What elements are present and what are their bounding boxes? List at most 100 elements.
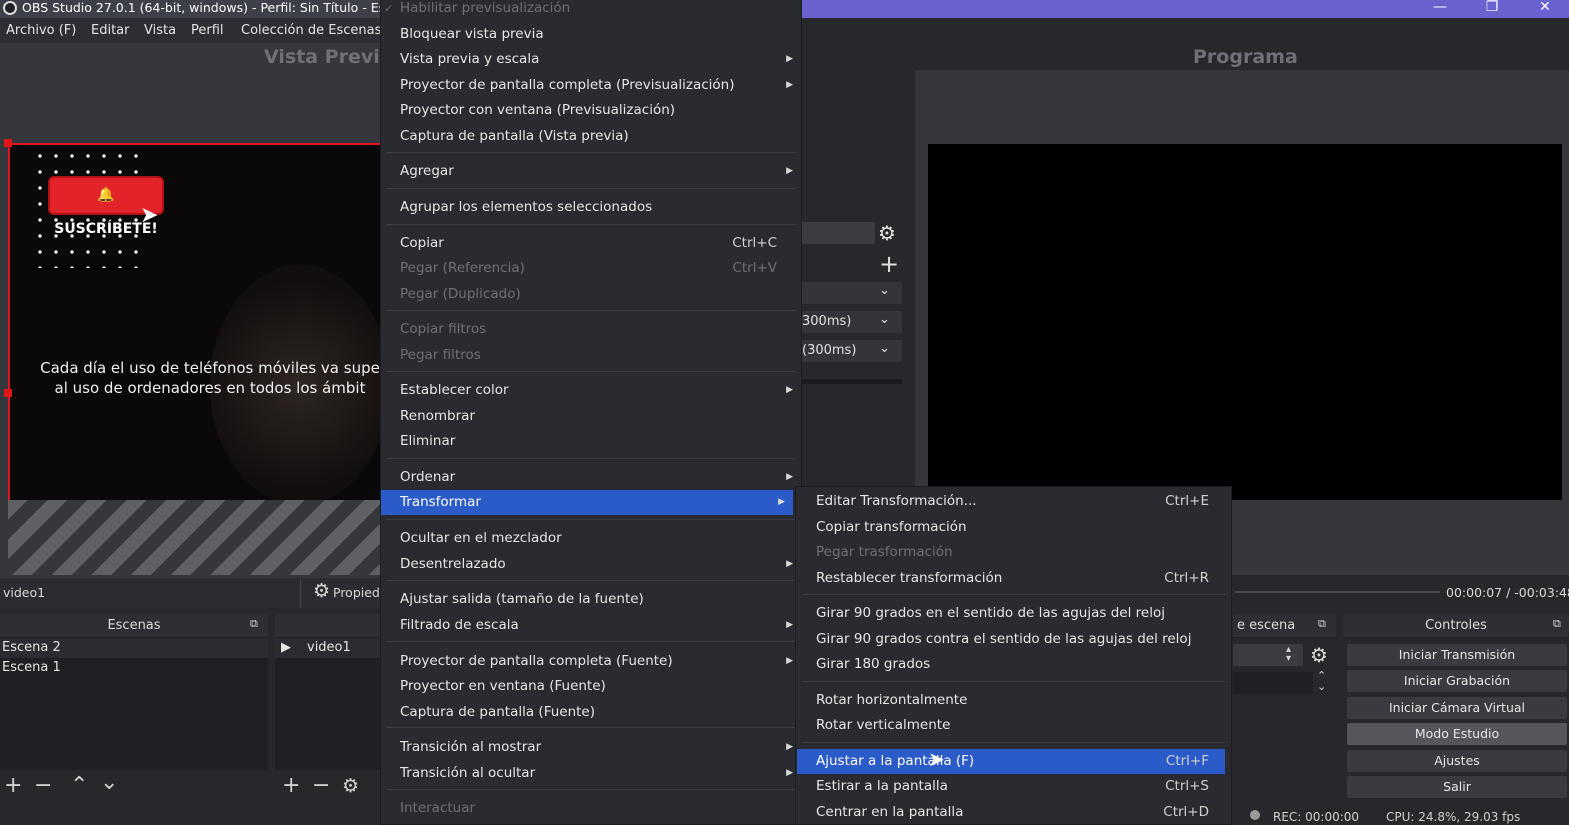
context-menu-item[interactable]: Transformar ▶ bbox=[381, 490, 793, 515]
context-menu-item[interactable]: Proyector con ventana (Previsualización) bbox=[381, 98, 801, 123]
transform-menu-item[interactable]: Rotar verticalmente bbox=[797, 713, 1225, 738]
menu-item-label: Transición al mostrar bbox=[400, 739, 542, 755]
menu-item-label: Transformar bbox=[400, 494, 481, 510]
context-menu-item: Interactuar bbox=[381, 796, 801, 821]
gear-icon[interactable]: ⚙ bbox=[1310, 643, 1328, 667]
scroll-arrows-icon[interactable]: ⌃ ⌄ bbox=[1317, 670, 1326, 692]
transform-menu-item[interactable]: Editar Transformación... Ctrl+E bbox=[797, 489, 1225, 514]
context-menu-item[interactable]: Filtrado de escala ▶ bbox=[381, 613, 801, 638]
menu-item-label: Agrupar los elementos seleccionados bbox=[400, 199, 653, 215]
context-menu-item[interactable]: Bloquear vista previa bbox=[381, 22, 801, 47]
context-menu-item[interactable]: Proyector en ventana (Fuente) bbox=[381, 674, 801, 699]
transform-menu-item[interactable]: Girar 90 grados en el sentido de las agu… bbox=[797, 601, 1225, 626]
bell-icon: 🔔 bbox=[97, 187, 115, 203]
scene-item[interactable]: Escena 1 bbox=[0, 658, 268, 678]
menu-item-label: Establecer color bbox=[400, 382, 509, 398]
sources-list: ▶ video1 bbox=[275, 638, 380, 770]
start-virtual-camera-button[interactable]: Iniciar Cámara Virtual bbox=[1347, 697, 1567, 719]
context-menu-item[interactable]: Vista previa y escala ▶ bbox=[381, 47, 801, 72]
transform-menu-item[interactable]: Copiar transformación bbox=[797, 515, 1225, 540]
transform-menu-item[interactable]: Girar 180 grados bbox=[797, 652, 1225, 677]
menu-item-label: Renombrar bbox=[400, 408, 475, 424]
remove-icon[interactable]: − bbox=[34, 775, 52, 797]
context-menu-item[interactable]: Transición al ocultar ▶ bbox=[381, 761, 801, 786]
menu-separator bbox=[802, 594, 1226, 595]
resize-handle[interactable] bbox=[4, 389, 12, 397]
context-menu-item[interactable]: Renombrar bbox=[381, 404, 801, 429]
context-menu-item[interactable]: Eliminar bbox=[381, 429, 801, 454]
menu-item-label: Proyector de pantalla completa (Fuente) bbox=[400, 653, 673, 669]
close-icon[interactable]: ✕ bbox=[1530, 0, 1560, 18]
context-menu-item[interactable]: Agregar ▶ bbox=[381, 159, 801, 184]
menu-perfil[interactable]: Perfil bbox=[191, 23, 224, 38]
transition-spinbox[interactable] bbox=[1233, 644, 1303, 666]
context-menu-item[interactable]: Captura de pantalla (Fuente) bbox=[381, 700, 801, 725]
menu-item-label: Pegar trasformación bbox=[816, 544, 953, 560]
restore-icon[interactable]: ❐ bbox=[1477, 0, 1507, 18]
studio-mode-button[interactable]: Modo Estudio bbox=[1347, 723, 1567, 745]
start-recording-button[interactable]: Iniciar Grabación bbox=[1347, 670, 1567, 692]
context-menu-item[interactable]: Transición al mostrar ▶ bbox=[381, 735, 801, 760]
settings-button[interactable]: Ajustes bbox=[1347, 750, 1567, 772]
minimize-icon[interactable]: — bbox=[1425, 0, 1455, 18]
shortcut-label: Ctrl+C bbox=[732, 235, 777, 251]
menu-separator bbox=[386, 519, 796, 520]
undock-icon[interactable]: ⧉ bbox=[250, 617, 258, 631]
gear-icon[interactable]: ⚙ bbox=[342, 775, 359, 797]
undock-icon[interactable]: ⧉ bbox=[1318, 617, 1326, 631]
transform-menu-item[interactable]: Girar 90 grados contra el sentido de las… bbox=[797, 627, 1225, 652]
undock-icon[interactable]: ⧉ bbox=[1553, 617, 1561, 631]
context-menu-item[interactable]: Desentrelazado ▶ bbox=[381, 552, 801, 577]
context-menu-item[interactable]: Ordenar ▶ bbox=[381, 465, 801, 490]
move-down-icon[interactable]: ⌄ bbox=[100, 772, 118, 794]
transition-name-field[interactable] bbox=[800, 222, 875, 244]
menu-editar[interactable]: Editar bbox=[91, 23, 130, 38]
scene-item[interactable]: Escena 2 bbox=[0, 638, 268, 658]
menu-separator bbox=[386, 458, 796, 459]
source-item[interactable]: ▶ video1 bbox=[275, 638, 380, 658]
menu-item-label: Ajustar a la pantalla (F) bbox=[816, 753, 975, 769]
play-icon: ▶ bbox=[281, 640, 291, 655]
context-menu-item[interactable]: Establecer color ▶ bbox=[381, 378, 801, 403]
menu-vista[interactable]: Vista bbox=[144, 23, 176, 38]
add-icon[interactable]: + bbox=[4, 775, 22, 797]
menu-separator bbox=[386, 727, 796, 728]
context-menu-item[interactable]: Proyector de pantalla completa (Fuente) ▶ bbox=[381, 649, 801, 674]
preview-padding-area bbox=[8, 500, 380, 575]
submenu-arrow-icon: ▶ bbox=[786, 559, 793, 569]
context-menu-item[interactable]: Proyector de pantalla completa (Previsua… bbox=[381, 73, 801, 98]
menu-archivo[interactable]: Archivo (F) bbox=[6, 23, 76, 38]
gear-icon[interactable]: ⚙ bbox=[878, 221, 896, 245]
shortcut-label: Ctrl+E bbox=[1165, 493, 1209, 509]
move-up-icon[interactable]: ⌃ bbox=[70, 775, 88, 797]
add-icon[interactable]: + bbox=[282, 775, 300, 797]
scrollbar[interactable] bbox=[800, 379, 902, 384]
exit-button[interactable]: Salir bbox=[1347, 776, 1567, 798]
remove-icon[interactable]: − bbox=[312, 775, 330, 797]
spin-arrows-icon[interactable]: ▴ ▾ bbox=[1286, 645, 1291, 664]
submenu-arrow-icon: ▶ bbox=[786, 385, 793, 395]
media-seek-bar[interactable] bbox=[1235, 591, 1440, 593]
menu-item-label: Desentrelazado bbox=[400, 556, 506, 572]
transform-menu-item[interactable]: Ajustar a la pantalla (F) Ctrl+F bbox=[797, 749, 1225, 774]
transform-menu-item[interactable]: Restablecer transformación Ctrl+R bbox=[797, 566, 1225, 591]
context-menu-item[interactable]: Captura de pantalla (Vista previa) bbox=[381, 124, 801, 149]
resize-handle[interactable] bbox=[4, 139, 12, 147]
add-icon[interactable]: + bbox=[879, 250, 899, 278]
menu-coleccion-escenas[interactable]: Colección de Escenas bbox=[241, 23, 381, 38]
start-streaming-button[interactable]: Iniciar Transmisión bbox=[1347, 644, 1567, 666]
menu-item-label: Restablecer transformación bbox=[816, 570, 1003, 586]
context-menu-item[interactable]: Ocultar en el mezclador bbox=[381, 526, 801, 551]
chevron-down-icon: ⌄ bbox=[879, 341, 890, 356]
transform-menu-item[interactable]: Centrar en la pantalla Ctrl+D bbox=[797, 800, 1225, 825]
transition-list[interactable] bbox=[1233, 672, 1313, 694]
rec-indicator-icon bbox=[1250, 810, 1260, 820]
status-bar: REC: 00:00:00 CPU: 24.8%, 29.03 fps bbox=[1230, 810, 1569, 825]
context-menu-item[interactable]: Agrupar los elementos seleccionados bbox=[381, 195, 801, 220]
context-menu-item[interactable]: Copiar Ctrl+C bbox=[381, 231, 801, 256]
context-menu-item[interactable]: Ajustar salida (tamaño de la fuente) bbox=[381, 587, 801, 612]
properties-button[interactable]: ⚙ Propieda bbox=[300, 578, 388, 608]
transform-menu-item[interactable]: Rotar horizontalmente bbox=[797, 688, 1225, 713]
transform-menu-item[interactable]: Estirar a la pantalla Ctrl+S bbox=[797, 774, 1225, 799]
menu-item-label: Girar 90 grados en el sentido de las agu… bbox=[816, 605, 1165, 621]
